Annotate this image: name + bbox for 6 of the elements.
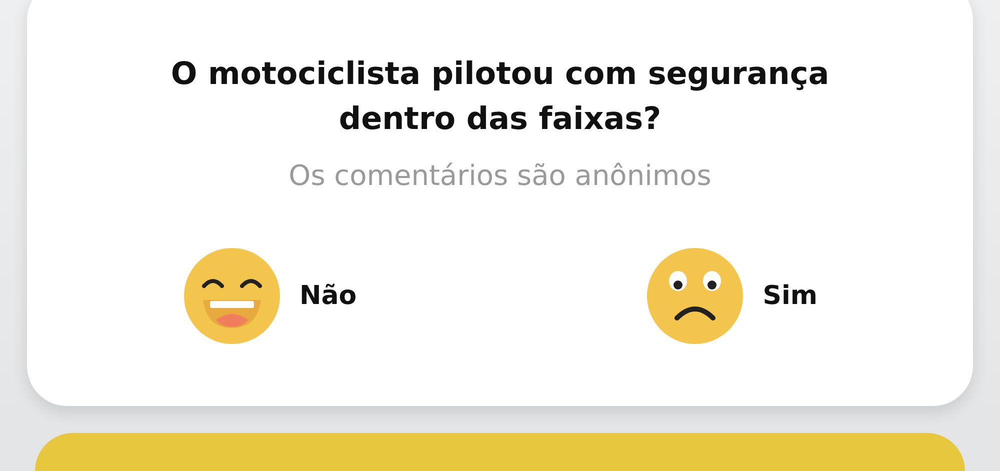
sad-face-icon[interactable] bbox=[646, 248, 743, 344]
anonymous-note: Os comentários são anônimos bbox=[288, 158, 712, 194]
option-label[interactable]: Sim bbox=[762, 281, 818, 311]
question-title: O motociclista pilotou com segurança dentro das faixas? bbox=[170, 55, 830, 139]
grinning-face-icon[interactable] bbox=[184, 248, 280, 344]
option-label[interactable]: Não bbox=[300, 281, 357, 311]
